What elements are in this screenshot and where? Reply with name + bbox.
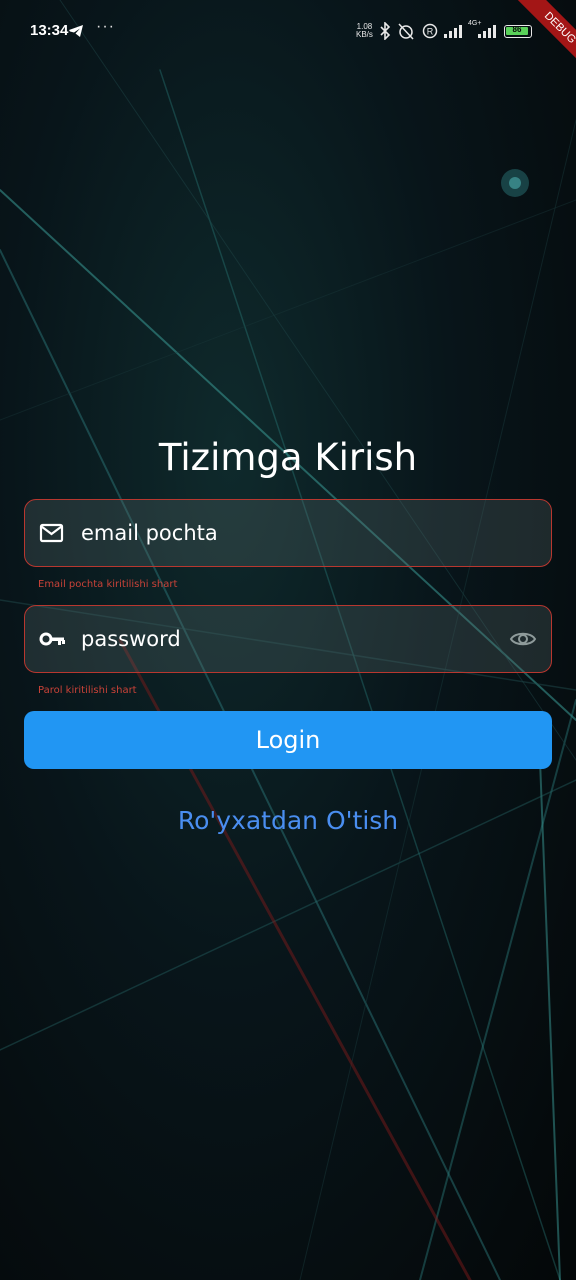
registered-icon: R bbox=[422, 23, 438, 39]
network-speed: 1.08 KB/s bbox=[356, 22, 373, 39]
status-bar: 13:34 ··· 1.08 KB/s R 4G+ 86 bbox=[0, 0, 576, 64]
password-placeholder: password bbox=[81, 627, 181, 651]
mail-icon bbox=[39, 523, 64, 543]
signal-icon-2 bbox=[478, 25, 496, 38]
email-placeholder: email pochta bbox=[81, 521, 218, 545]
svg-text:R: R bbox=[427, 27, 434, 37]
email-error: Email pochta kiritilishi shart bbox=[38, 579, 178, 590]
more-notifications-icon: ··· bbox=[96, 18, 115, 35]
key-icon bbox=[39, 632, 65, 646]
password-field[interactable]: password bbox=[24, 605, 552, 673]
email-field[interactable]: email pochta bbox=[24, 499, 552, 567]
signal-icon bbox=[444, 25, 462, 38]
battery-icon: 86 bbox=[504, 25, 532, 38]
login-button[interactable]: Login bbox=[24, 711, 552, 769]
alarm-off-icon bbox=[398, 23, 414, 40]
bluetooth-icon bbox=[380, 22, 391, 40]
register-link[interactable]: Ro'yxatdan O'tish bbox=[0, 806, 576, 835]
status-time: 13:34 bbox=[30, 22, 69, 39]
telegram-icon bbox=[69, 25, 83, 37]
visibility-toggle-icon[interactable] bbox=[509, 628, 537, 650]
battery-level: 86 bbox=[512, 25, 522, 34]
page-title: Tizimga Kirish bbox=[158, 436, 418, 479]
password-error: Parol kiritilishi shart bbox=[38, 685, 137, 696]
